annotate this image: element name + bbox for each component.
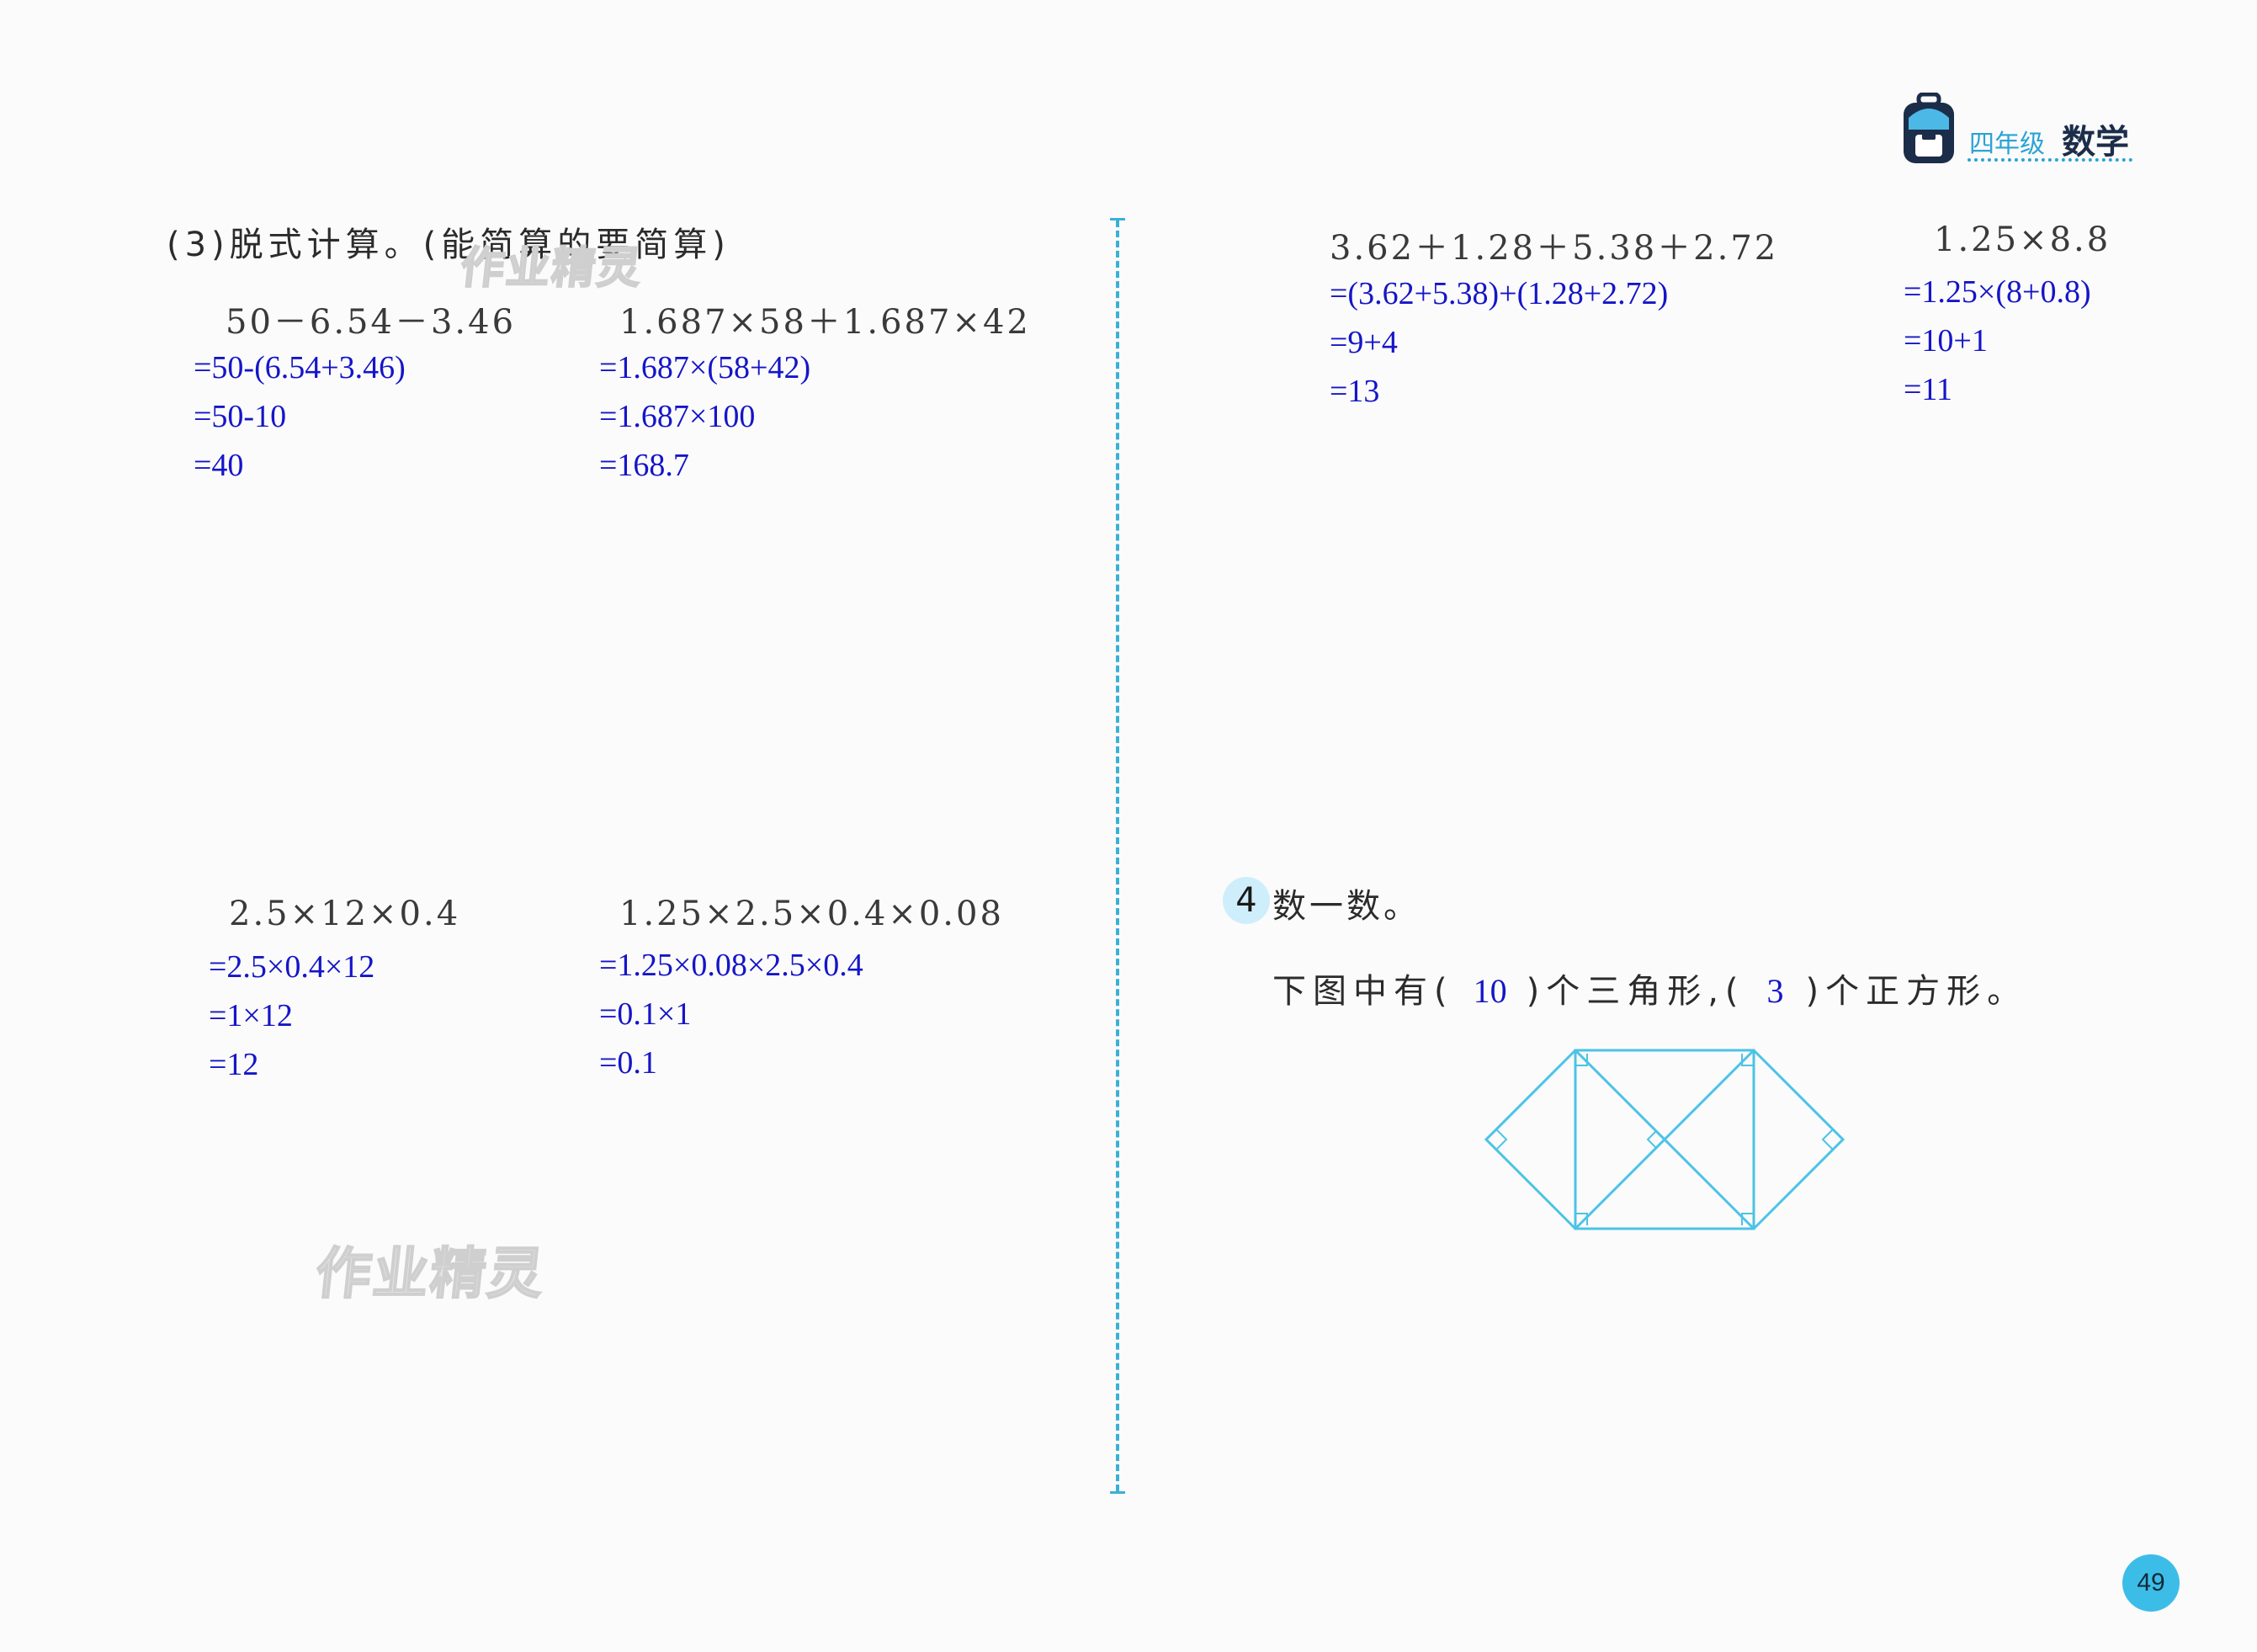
solution-step: =1×12	[209, 998, 293, 1033]
problem-solution: =1.25×0.08×2.5×0.4 =0.1×1 =0.1	[599, 941, 863, 1087]
question-text: 下图中有(	[1272, 972, 1454, 1011]
solution-step: =40	[194, 448, 244, 483]
page-divider	[1116, 220, 1119, 1491]
solution-step: =2.5×0.4×12	[209, 949, 375, 985]
question-text: )个正方形。	[1805, 972, 2028, 1011]
section4-title: 数一数。	[1272, 887, 1421, 926]
problem-solution: =(3.62+5.38)+(1.28+2.72) =9+4 =13	[1330, 269, 1668, 416]
figure-right-wing	[1752, 1049, 1845, 1230]
header-underline	[1968, 158, 2132, 162]
solution-step: =0.1×1	[599, 996, 692, 1032]
problem-question: 2.5×12×0.4	[229, 895, 461, 933]
problem-question: 3.62＋1.28＋5.38＋2.72	[1330, 229, 1779, 268]
figure-left-wing	[1484, 1049, 1577, 1230]
solution-step: =13	[1330, 374, 1380, 409]
watermark-top: 作业精灵	[457, 242, 645, 295]
watermark-bottom: 作业精灵	[311, 1240, 549, 1307]
solution-step: =168.7	[599, 448, 689, 483]
solution-step: =(3.62+5.38)+(1.28+2.72)	[1330, 276, 1669, 311]
grade-label: 四年级	[1969, 130, 2045, 159]
divider-cap-bottom	[1110, 1491, 1125, 1494]
solution-step: =9+4	[1330, 325, 1398, 360]
square-count-answer: 3	[1766, 972, 1784, 1010]
problem-solution: =50-(6.54+3.46) =50-10 =40	[194, 343, 406, 490]
backpack-icon	[1904, 93, 1954, 163]
solution-step: =12	[209, 1047, 259, 1082]
section3-title: (3)脱式计算。(能简算的要简算)	[167, 226, 730, 264]
page-number: 49	[2122, 1554, 2180, 1612]
triangle-count-answer: 10	[1473, 972, 1507, 1010]
solution-step: =0.1	[599, 1045, 657, 1081]
solution-step: =11	[1904, 372, 1953, 407]
problem-solution: =2.5×0.4×12 =1×12 =12	[209, 943, 374, 1089]
problem-question: 1.25×2.5×0.4×0.08	[619, 895, 1004, 933]
problem-solution: =1.25×(8+0.8) =10+1 =11	[1904, 268, 2091, 414]
triangle-square-figure	[1484, 1049, 1845, 1230]
problem-solution: =1.687×(58+42) =1.687×100 =168.7	[599, 343, 810, 490]
solution-step: =1.25×0.08×2.5×0.4	[599, 948, 863, 983]
workbook-page: 四年级 数学 (3)脱式计算。(能简算的要简算) 作业精灵 50－6.54－3.…	[0, 0, 2257, 1652]
solution-step: =1.687×(58+42)	[599, 350, 811, 385]
problem-question: 1.25×8.8	[1934, 220, 2111, 259]
problem-question: 50－6.54－3.46	[226, 303, 517, 342]
solution-step: =50-10	[194, 399, 287, 434]
section4-question: 下图中有( 10 )个三角形,( 3 )个正方形。	[1272, 964, 2027, 1012]
solution-step: =50-(6.54+3.46)	[194, 350, 406, 385]
question-text: )个三角形,(	[1526, 972, 1745, 1011]
solution-step: =1.687×100	[599, 399, 756, 434]
section4-number-badge: 4	[1223, 877, 1270, 924]
subject-label: 数学	[2062, 123, 2129, 162]
solution-step: =10+1	[1904, 323, 1988, 359]
solution-step: =1.25×(8+0.8)	[1904, 274, 2091, 310]
problem-question: 1.687×58＋1.687×42	[619, 303, 1031, 342]
